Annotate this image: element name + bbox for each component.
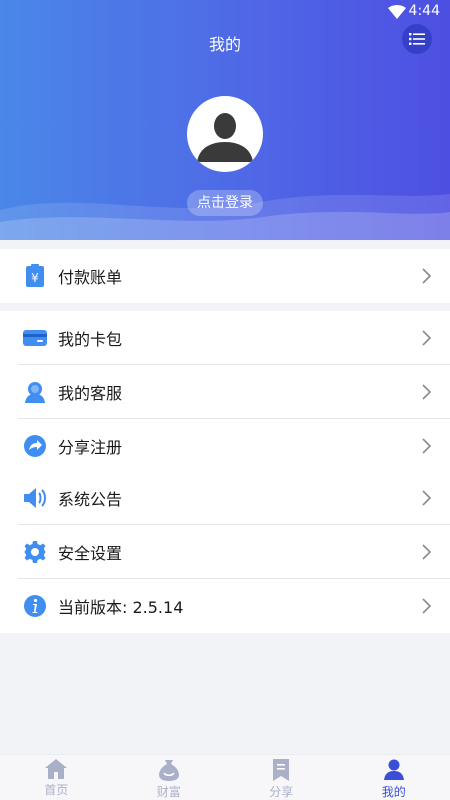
- menu-item-security-settings[interactable]: 安全设置: [0, 525, 450, 579]
- menu-item-share-register[interactable]: 分享注册: [0, 419, 450, 473]
- tab-label: 财富: [156, 785, 181, 799]
- default-avatar-icon: [189, 98, 261, 170]
- menu-item-card[interactable]: 我的卡包: [0, 311, 450, 365]
- status-time: 4:44: [408, 3, 440, 19]
- menu-item-label: 当前版本: 2.5.14: [58, 598, 184, 617]
- chevron-right-icon: [422, 384, 432, 400]
- menu-item-announcement[interactable]: 系统公告: [0, 471, 450, 525]
- menu-group-billing: ¥ 付款账单: [0, 249, 450, 303]
- home-icon: [45, 759, 68, 779]
- tab-mine[interactable]: 我的: [338, 755, 450, 800]
- tab-label: 首页: [44, 783, 69, 797]
- tab-wealth[interactable]: 财富: [113, 755, 226, 800]
- chevron-right-icon: [422, 438, 432, 454]
- avatar[interactable]: [187, 96, 263, 172]
- list-menu-button[interactable]: [402, 24, 432, 54]
- chevron-right-icon: [422, 268, 432, 284]
- profile-header: 4:44 我的 点击登录: [0, 0, 450, 240]
- page-title: 我的: [208, 35, 241, 54]
- chevron-right-icon: [422, 330, 432, 346]
- bottom-tab-bar: 首页 财富 分享 我的: [0, 754, 450, 800]
- menu-item-version[interactable]: 当前版本: 2.5.14: [0, 579, 450, 633]
- menu-item-label: 安全设置: [58, 544, 123, 563]
- chevron-right-icon: [422, 544, 432, 560]
- user-icon: [383, 759, 404, 780]
- tab-home[interactable]: 首页: [0, 755, 113, 800]
- card-icon: [23, 326, 47, 350]
- gear-icon: [23, 540, 47, 564]
- menu-group-account: 我的卡包 我的客服 分享注册: [0, 311, 450, 473]
- list-icon: [409, 33, 425, 45]
- tab-share[interactable]: 分享: [225, 755, 338, 800]
- chevron-right-icon: [422, 490, 432, 506]
- menu-item-bill[interactable]: ¥ 付款账单: [0, 249, 450, 303]
- menu-item-label: 分享注册: [58, 438, 123, 457]
- menu-item-customer-service[interactable]: 我的客服: [0, 365, 450, 419]
- money-bag-icon: [158, 760, 179, 781]
- menu-item-label: 我的卡包: [58, 330, 123, 349]
- status-bar: 4:44: [0, 0, 450, 24]
- menu-item-label: 我的客服: [58, 384, 123, 403]
- svg-text:¥: ¥: [31, 271, 39, 285]
- menu-group-system: 系统公告 安全设置 当前版本: 2.5.14: [0, 471, 450, 633]
- speaker-icon: [23, 486, 47, 510]
- tab-label: 分享: [269, 785, 294, 799]
- share-icon: [23, 434, 47, 458]
- bill-icon: ¥: [23, 264, 47, 288]
- login-button[interactable]: 点击登录: [187, 190, 263, 216]
- bookmark-icon: [273, 759, 290, 781]
- info-icon: [23, 594, 47, 618]
- wifi-icon: [388, 5, 406, 19]
- menu-item-label: 付款账单: [58, 268, 123, 287]
- chevron-right-icon: [422, 598, 432, 614]
- customer-service-icon: [23, 380, 47, 404]
- tab-label: 我的: [381, 785, 406, 799]
- menu-item-label: 系统公告: [58, 490, 123, 509]
